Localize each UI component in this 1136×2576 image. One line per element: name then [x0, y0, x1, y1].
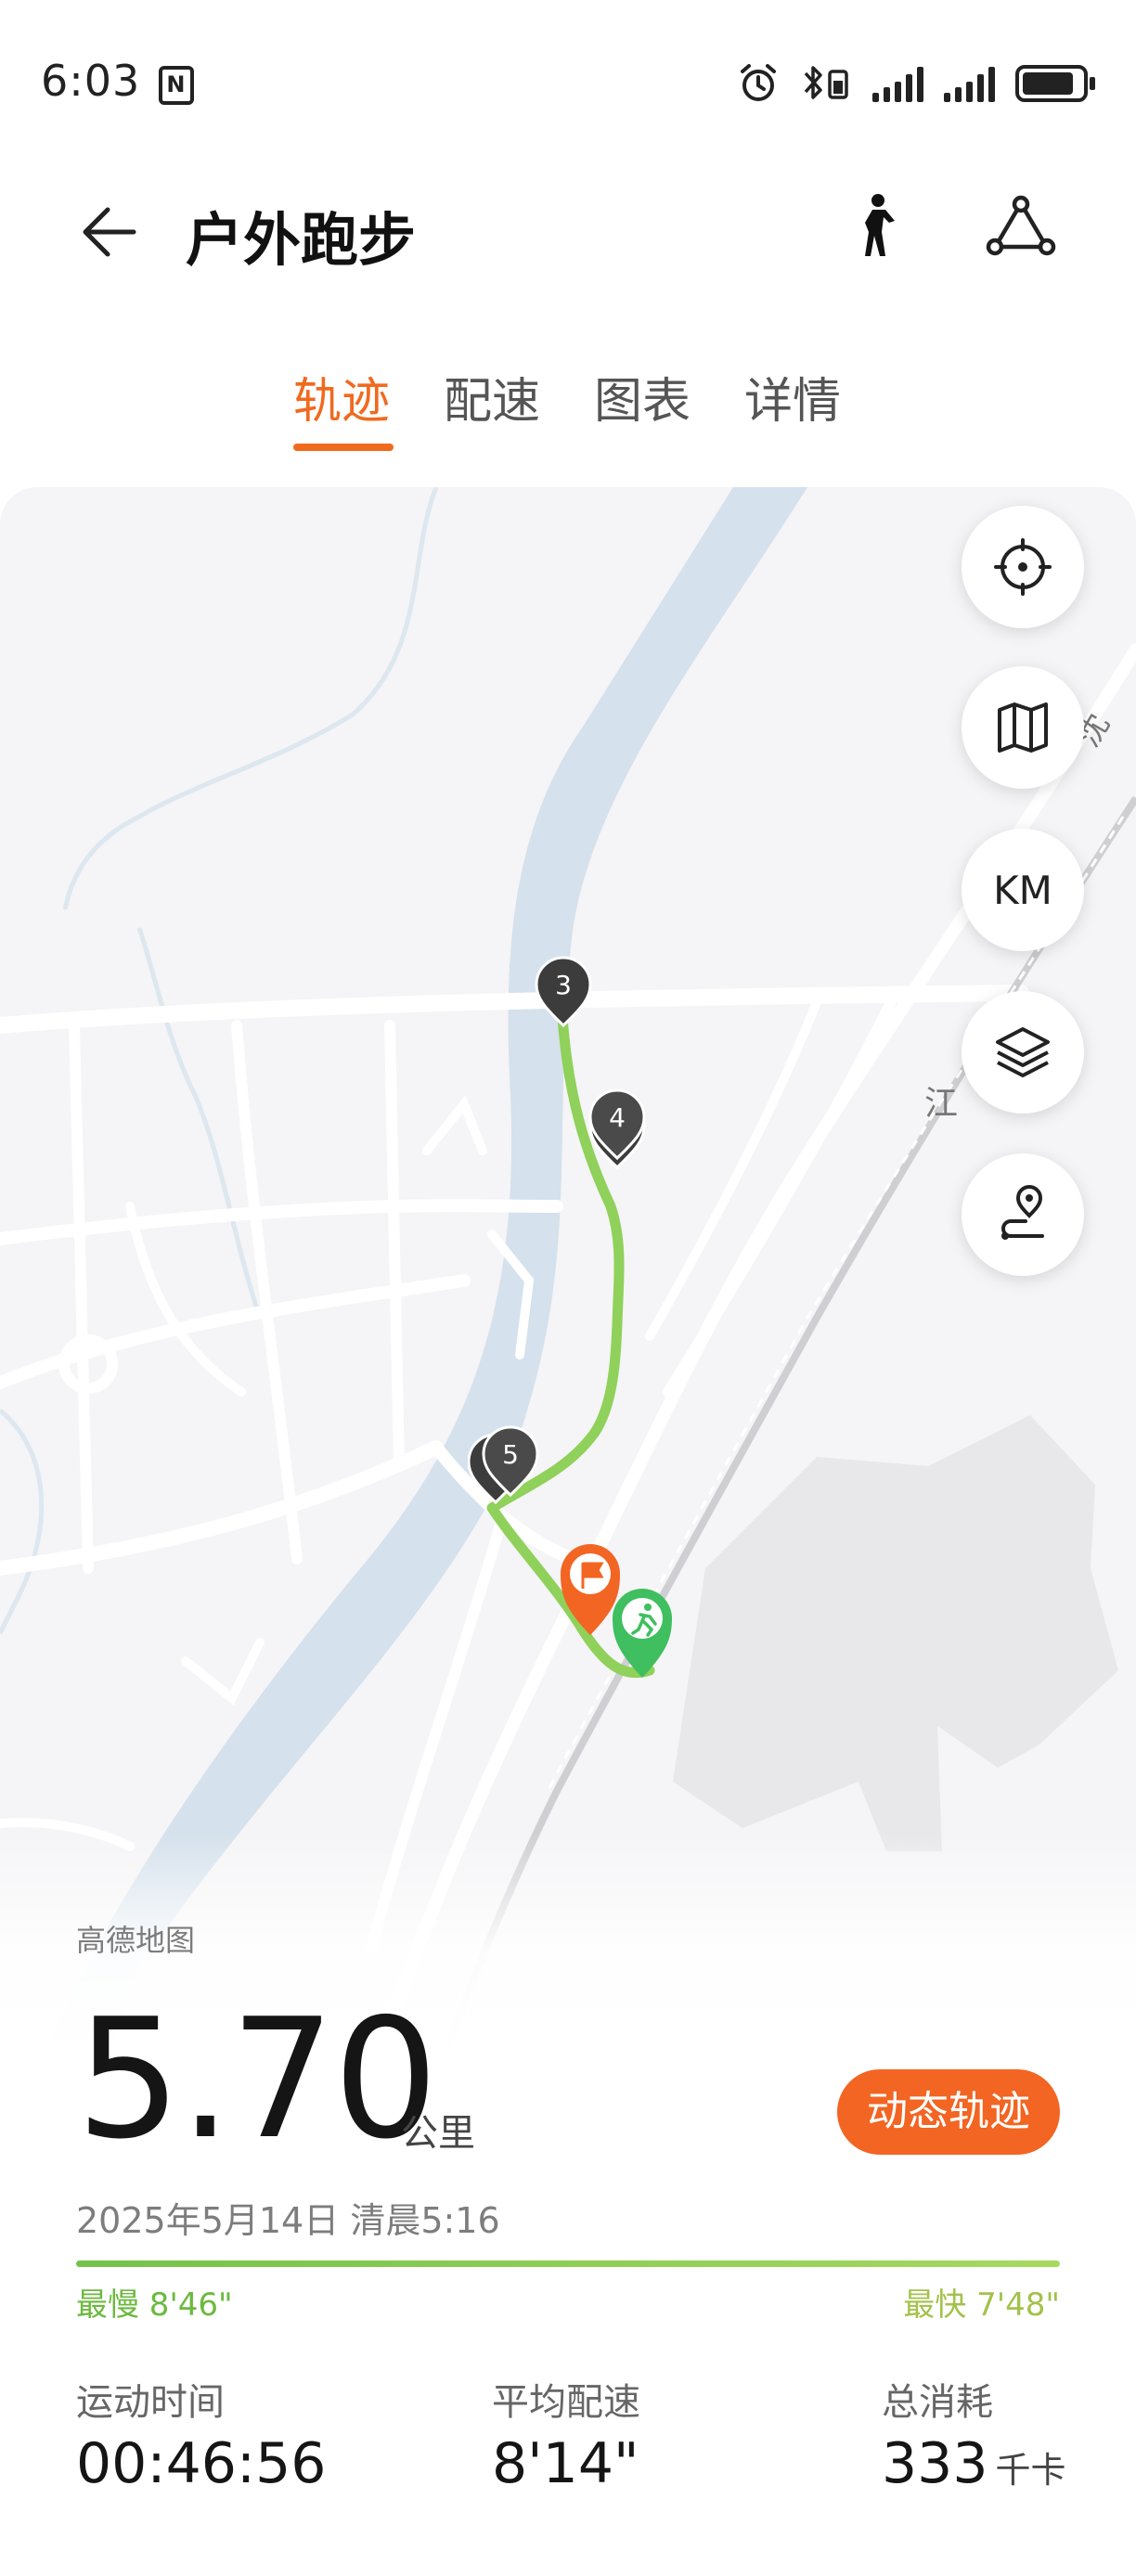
tab-details[interactable]: 详情: [744, 362, 841, 431]
calories-number: 333: [882, 2431, 988, 2496]
map-type-button[interactable]: [962, 666, 1084, 789]
distance-unit: 公里: [401, 2112, 475, 2155]
route-pin-icon: [1001, 1185, 1044, 1240]
dynamic-track-button[interactable]: 动态轨迹: [837, 2069, 1060, 2155]
battery-icon: [1015, 65, 1095, 102]
pace-gradient-bar: [76, 2260, 1060, 2267]
runner-pose-icon[interactable]: [837, 191, 911, 265]
locate-button[interactable]: [962, 506, 1084, 628]
alarm-icon: [741, 64, 776, 101]
stat-value-avg-pace: 8'14": [492, 2431, 639, 2496]
nfc-icon: N: [158, 66, 194, 105]
map-icon: [998, 702, 1048, 753]
stat-value-calories: 333 千卡: [882, 2431, 1066, 2496]
route-options-button[interactable]: [962, 1153, 1084, 1276]
km-marker-3[interactable]: 3: [531, 953, 596, 1037]
workout-date: 2025年5月14日 清晨5:16: [76, 2200, 500, 2241]
map-attribution: 高德地图: [76, 1923, 196, 1958]
km-marker-4[interactable]: 4: [585, 1086, 650, 1179]
signal-icon: [872, 65, 923, 102]
km-marker-label: 3: [555, 970, 572, 1000]
map-place-label: 江: [924, 1085, 959, 1123]
fastest-pace: 最快 7'48": [903, 2286, 1060, 2324]
km-marker-label: 5: [502, 1439, 519, 1470]
page-title: 户外跑步: [186, 206, 417, 274]
stat-label-duration: 运动时间: [76, 2381, 225, 2424]
tab-pace[interactable]: 配速: [444, 362, 540, 431]
tab-chart[interactable]: 图表: [594, 362, 691, 431]
km-marker-label: 4: [609, 1102, 626, 1133]
layers-icon: [996, 1027, 1050, 1077]
km-marker-5[interactable]: 5: [468, 1423, 542, 1515]
bluetooth-battery-icon: [804, 66, 848, 99]
building-block: [673, 1415, 1118, 1851]
status-bar: 6:03 N: [0, 0, 1136, 167]
distance-value: 5.70: [76, 1983, 438, 2175]
crosshair-icon: [994, 538, 1052, 596]
stat-label-calories: 总消耗: [882, 2381, 993, 2424]
tab-indicator: [293, 444, 394, 451]
app-header: 户外跑步: [0, 167, 1136, 288]
km-toggle-button[interactable]: KM: [962, 829, 1084, 951]
slowest-pace: 最慢 8'46": [76, 2286, 233, 2324]
clock-text: 6:03: [41, 56, 141, 106]
arrow-left-icon[interactable]: [74, 195, 148, 269]
stat-value-duration: 00:46:56: [76, 2431, 327, 2496]
stat-label-avg-pace: 平均配速: [492, 2381, 640, 2424]
status-time: 6:03 N: [41, 56, 194, 106]
tab-bar: 轨迹 配速 图表 详情: [0, 362, 1136, 464]
layers-button[interactable]: [962, 991, 1084, 1114]
calories-unit: 千卡: [995, 2450, 1066, 2491]
route-share-icon[interactable]: [984, 191, 1058, 265]
status-icons: [737, 59, 1095, 108]
signal-icon-2: [944, 65, 995, 102]
tab-track[interactable]: 轨迹: [293, 362, 390, 431]
